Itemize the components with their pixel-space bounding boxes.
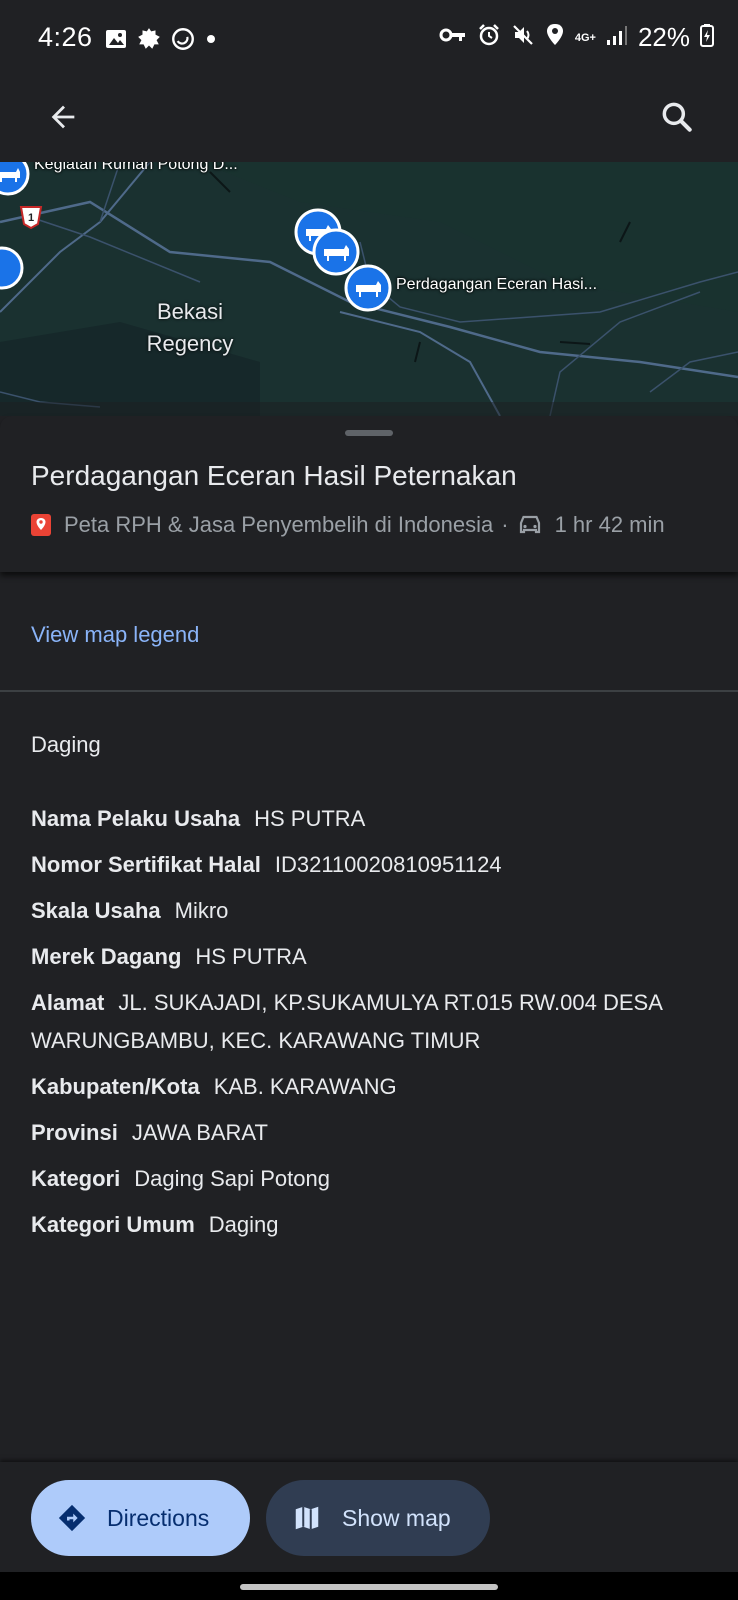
attribute-value: Daging [208,1212,279,1237]
attribute-key: Kabupaten/Kota [31,1074,200,1099]
map-pin-top-label: Kegiatan Rumah Potong D... [34,162,238,173]
bottom-action-bar: Directions Show map [0,1462,738,1572]
map-pin-left[interactable] [0,244,26,297]
location-icon [545,23,565,52]
road-shield: 1 [18,204,44,235]
place-subtitle: Peta RPH & Jasa Penyembelih di Indonesia… [30,512,665,538]
mute-icon [511,23,535,52]
attribute-value: Mikro [174,898,229,923]
attribute-row: Kategori Umum Daging [31,1206,711,1244]
map-pin-cow-selected[interactable] [342,262,394,319]
attribute-value: JL. SUKAJADI, KP.SUKAMULYA RT.015 RW.004… [31,990,662,1053]
place-sheet-header: Perdagangan Eceran Hasil Peternakan Peta… [0,416,738,572]
map-region-label: Bekasi Regency [146,299,234,356]
attribute-row: Skala Usaha Mikro [31,892,711,930]
status-system-icons: 4G+ 22% [439,22,714,53]
map-pin-top[interactable] [0,162,32,203]
system-nav-bar [0,1572,738,1600]
alarm-icon [477,23,501,52]
arrow-back-icon [46,100,80,139]
show-map-label: Show map [342,1504,451,1531]
map-icon [292,1503,322,1533]
sheet-drag-handle[interactable] [345,430,393,436]
attribute-key: Kategori [31,1166,121,1191]
attribute-key: Nomor Sertifikat Halal [31,852,261,877]
network-type-label: 4G+ [574,31,596,44]
status-bar: 4:26 4G+ 22% [0,0,738,80]
attribute-value: HS PUTRA [254,806,366,831]
attribute-value: JAWA BARAT [131,1120,268,1145]
signal-icon [606,24,628,51]
app-bar [0,80,738,162]
legend-section: View map legend [0,572,738,692]
attribute-value: KAB. KARAWANG [213,1074,397,1099]
saved-list-icon [30,513,52,537]
drive-time: 1 hr 42 min [554,512,665,537]
attribute-row: Kategori Daging Sapi Potong [31,1160,711,1198]
attribute-row: Nama Pelaku Usaha HS PUTRA [31,800,711,838]
status-notification-icons [104,26,218,57]
attribute-row: Kabupaten/Kota KAB. KARAWANG [31,1068,711,1106]
sync-icon [170,26,196,57]
map-view[interactable]: 1 Bekasi Regency Kegiatan Rumah Potong D… [0,162,738,416]
dot-icon [204,32,218,51]
view-map-legend-link[interactable]: View map legend [31,622,199,648]
battery-percent: 22% [637,22,690,52]
show-map-button[interactable]: Show map [266,1480,490,1556]
details-section-title: Daging [31,732,101,757]
directions-button[interactable]: Directions [31,1480,250,1556]
attribute-value: HS PUTRA [195,944,307,969]
saved-list-name[interactable]: Peta RPH & Jasa Penyembelih di Indonesia [64,512,493,538]
place-details: Daging Nama Pelaku Usaha HS PUTRA Nomor S… [31,732,711,1252]
attribute-row: Merek Dagang HS PUTRA [31,938,711,976]
attribute-row: Nomor Sertifikat Halal ID3211002081095112… [31,846,711,884]
attribute-key: Skala Usaha [31,898,161,923]
settings-badge-icon [136,26,162,57]
attribute-key: Alamat [31,990,105,1015]
attribute-row: Provinsi JAWA BARAT [31,1114,711,1152]
place-title: Perdagangan Eceran Hasil Peternakan [31,460,517,491]
back-button[interactable] [38,94,88,144]
attribute-row: Alamat JL. SUKAJADI, KP.SUKAMULYA RT.015 … [31,984,711,1060]
svg-text:1: 1 [28,212,34,224]
attribute-value: ID32110020810951124 [274,852,502,877]
car-icon [517,514,543,536]
directions-label: Directions [107,1504,210,1531]
search-icon [658,98,696,141]
gallery-icon [104,27,128,56]
attribute-key: Kategori Umum [31,1212,195,1237]
home-gesture-handle[interactable] [240,1584,498,1590]
attribute-value: Daging Sapi Potong [134,1166,330,1191]
directions-icon [57,1503,87,1533]
attribute-key: Merek Dagang [31,944,182,969]
search-button[interactable] [652,94,702,144]
battery-charging-icon [700,23,714,52]
attribute-key: Provinsi [31,1120,118,1145]
status-time: 4:26 [38,22,93,52]
separator: · [501,512,509,537]
attribute-key: Nama Pelaku Usaha [31,806,241,831]
map-pin-selected-label: Perdagangan Eceran Hasi... [396,276,598,293]
vpn-key-icon [439,25,467,50]
